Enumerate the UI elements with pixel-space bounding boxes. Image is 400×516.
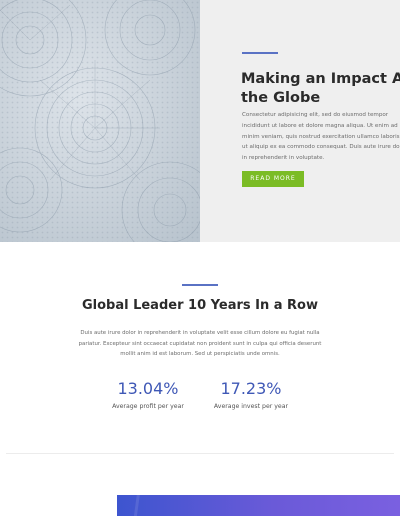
hero-title: Making an Impact Across the Globe <box>241 70 400 108</box>
hero-section: Making an Impact Across the Globe Consec… <box>0 0 400 242</box>
stat-invest: 17.23% Average invest per year <box>191 378 311 410</box>
hero-paragraph-line: minim veniam, quis nostrud exercitation … <box>242 133 400 140</box>
hero-paragraph: Consectetur adipisicing elit, sed do eiu… <box>242 110 400 164</box>
stat-label: Average profit per year <box>112 403 184 410</box>
stat-label: Average invest per year <box>213 403 289 410</box>
hero-title-line-1: Making an Impact Across <box>241 71 400 87</box>
section-paragraph-line: pariatur. Excepteur sint occaecat cupida… <box>78 340 322 347</box>
stat-value: 17.23% <box>220 379 282 398</box>
hero-accent-rule <box>242 52 278 54</box>
cta-banner-decoration <box>132 495 141 516</box>
hero-title-line-2: the Globe <box>241 90 321 106</box>
section-paragraph-line: mollit anim id est laborum. Sed ut persp… <box>120 351 280 357</box>
section-title-highlight: 10 <box>188 298 207 313</box>
stat-profit: 13.04% Average profit per year <box>88 378 208 410</box>
hero-image <box>0 0 200 242</box>
hero-text-panel: Making an Impact Across the Globe Consec… <box>200 0 400 242</box>
section-accent-rule <box>182 284 218 286</box>
hero-paragraph-line: incididunt ut labore et dolore magna ali… <box>242 122 398 129</box>
section-paragraph: Duis aute irure dolor in reprehenderit i… <box>70 328 330 360</box>
section-title-suffix: Years In a Row <box>206 298 319 313</box>
read-more-button[interactable]: READ MORE <box>242 171 304 187</box>
hero-paragraph-line: in reprehenderit in voluptate. <box>242 155 325 162</box>
section-divider <box>6 453 394 454</box>
section-title-prefix: Global Leader <box>81 298 189 313</box>
section-paragraph-line: Duis aute irure dolor in reprehenderit i… <box>80 330 320 336</box>
hero-paragraph-line: ut aliquip ex ea commodo consequat. Duis… <box>242 144 400 151</box>
stat-value: 13.04% <box>117 379 179 398</box>
section-title: Global Leader 10 Years In a Row <box>0 298 400 313</box>
cta-banner <box>117 495 400 516</box>
hero-paragraph-line: Consectetur adipisicing elit, sed do eiu… <box>242 112 389 118</box>
